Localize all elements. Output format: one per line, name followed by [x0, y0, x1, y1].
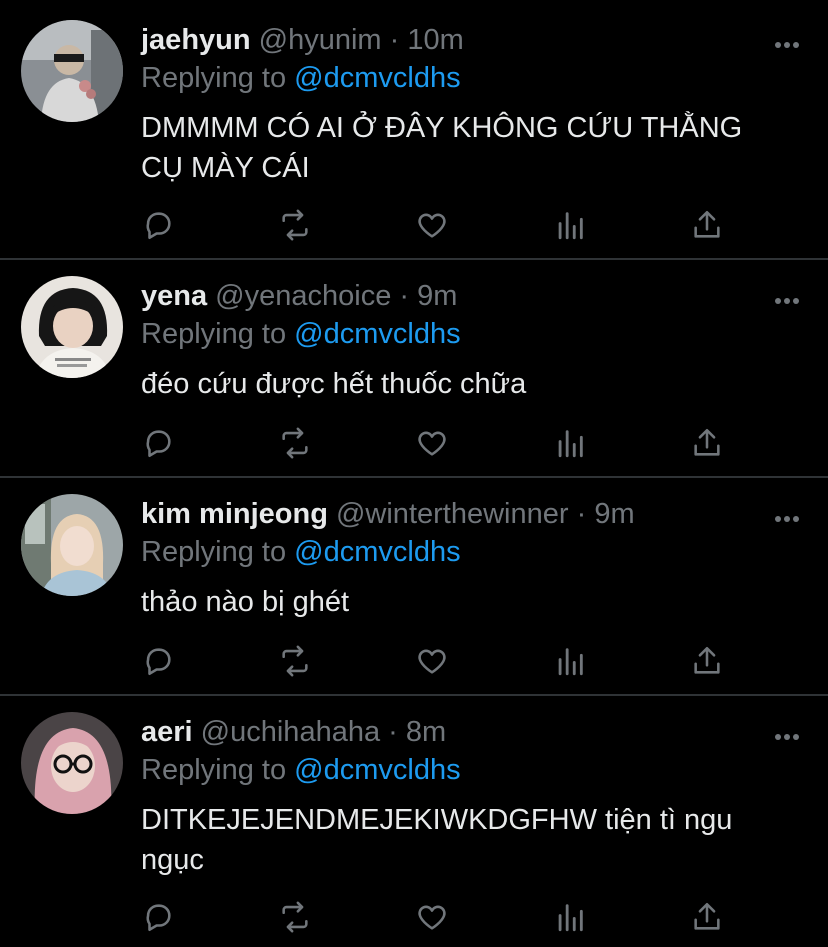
display-name[interactable]: jaehyun	[141, 24, 251, 56]
tweet-4[interactable]: aeri @uchihahaha · 8m Replying to @dcmvc…	[0, 696, 828, 947]
analytics-icon[interactable]	[553, 900, 587, 934]
retweet-icon[interactable]	[278, 208, 312, 242]
replying-to-line: Replying to @dcmvcldhs	[141, 60, 461, 96]
replying-to-line: Replying to @dcmvcldhs	[141, 752, 461, 788]
reply-icon[interactable]	[141, 208, 175, 242]
tweet-text-line: đéo cứu được hết thuốc chữa	[141, 368, 527, 400]
analytics-icon[interactable]	[553, 208, 587, 242]
timestamp[interactable]: 8m	[406, 716, 446, 748]
more-icon[interactable]	[774, 510, 800, 522]
mention-link[interactable]: @dcmvcldhs	[294, 62, 460, 94]
timestamp[interactable]: 9m	[417, 280, 457, 312]
more-icon[interactable]	[774, 292, 800, 304]
more-icon[interactable]	[774, 728, 800, 740]
tweet-text-line: CỤ MÀY CÁI	[141, 152, 310, 184]
replying-to-line: Replying to @dcmvcldhs	[141, 534, 461, 570]
action-bar	[141, 208, 731, 244]
heart-icon[interactable]	[415, 426, 449, 460]
separator-dot: ·	[576, 498, 587, 530]
tweet-2[interactable]: yena @yenachoice · 9m Replying to @dcmvc…	[0, 260, 828, 476]
user-handle[interactable]: @winterthewinner	[336, 498, 569, 530]
mention-link[interactable]: @dcmvcldhs	[294, 754, 460, 786]
user-handle[interactable]: @uchihahaha	[201, 716, 380, 748]
retweet-icon[interactable]	[278, 426, 312, 460]
timestamp[interactable]: 9m	[594, 498, 634, 530]
mention-link[interactable]: @dcmvcldhs	[294, 318, 460, 350]
tweet-3[interactable]: kim minjeong @winterthewinner · 9m Reply…	[0, 478, 828, 694]
tweet-text: DMMMM CÓ AI Ở ĐÂY KHÔNG CỨU THẰNG CỤ MÀY…	[141, 108, 801, 188]
tweet-header: yena @yenachoice · 9m	[141, 278, 788, 314]
more-icon[interactable]	[774, 36, 800, 48]
display-name[interactable]: kim minjeong	[141, 498, 328, 530]
mention-link[interactable]: @dcmvcldhs	[294, 536, 460, 568]
share-icon[interactable]	[690, 644, 724, 678]
tweet-text: đéo cứu được hết thuốc chữa	[141, 364, 801, 404]
avatar[interactable]	[21, 494, 123, 596]
tweet-header: kim minjeong @winterthewinner · 9m	[141, 496, 788, 532]
action-bar	[141, 900, 731, 936]
analytics-icon[interactable]	[553, 426, 587, 460]
tweet-header: jaehyun @hyunim · 10m	[141, 22, 788, 58]
heart-icon[interactable]	[415, 208, 449, 242]
replying-prefix: Replying to	[141, 62, 295, 94]
user-handle[interactable]: @hyunim	[259, 24, 382, 56]
action-bar	[141, 644, 731, 680]
avatar[interactable]	[21, 712, 123, 814]
separator-dot: ·	[388, 716, 398, 748]
tweet-1[interactable]: jaehyun @hyunim · 10m Replying to @dcmvc…	[0, 0, 828, 258]
tweet-text-line: thảo nào bị ghét	[141, 586, 350, 618]
separator-dot: ·	[389, 24, 400, 56]
timestamp[interactable]: 10m	[407, 24, 463, 56]
tweet-text-line: ngục	[141, 844, 204, 876]
separator-dot: ·	[399, 280, 410, 312]
replying-prefix: Replying to	[141, 318, 295, 350]
tweet-header: aeri @uchihahaha · 8m	[141, 714, 788, 750]
display-name[interactable]: yena	[141, 280, 207, 312]
tweet-text: DITKEJEJENDMEJEKIWKDGFHW tiện tì ngu ngụ…	[141, 800, 801, 880]
retweet-icon[interactable]	[278, 644, 312, 678]
avatar[interactable]	[21, 276, 123, 378]
share-icon[interactable]	[690, 900, 724, 934]
action-bar	[141, 426, 731, 462]
replying-to-line: Replying to @dcmvcldhs	[141, 316, 461, 352]
tweet-text-line: DMMMM CÓ AI Ở ĐÂY KHÔNG CỨU THẰNG	[141, 112, 743, 144]
replying-prefix: Replying to	[141, 754, 295, 786]
share-icon[interactable]	[690, 426, 724, 460]
share-icon[interactable]	[690, 208, 724, 242]
heart-icon[interactable]	[415, 644, 449, 678]
reply-icon[interactable]	[141, 644, 175, 678]
retweet-icon[interactable]	[278, 900, 312, 934]
heart-icon[interactable]	[415, 900, 449, 934]
replying-prefix: Replying to	[141, 536, 295, 568]
reply-icon[interactable]	[141, 426, 175, 460]
reply-icon[interactable]	[141, 900, 175, 934]
tweet-text-line: DITKEJEJENDMEJEKIWKDGFHW tiện tì ngu	[141, 804, 733, 836]
tweet-text: thảo nào bị ghét	[141, 582, 801, 622]
user-handle[interactable]: @yenachoice	[215, 280, 391, 312]
avatar[interactable]	[21, 20, 123, 122]
analytics-icon[interactable]	[553, 644, 587, 678]
display-name[interactable]: aeri	[141, 716, 193, 748]
